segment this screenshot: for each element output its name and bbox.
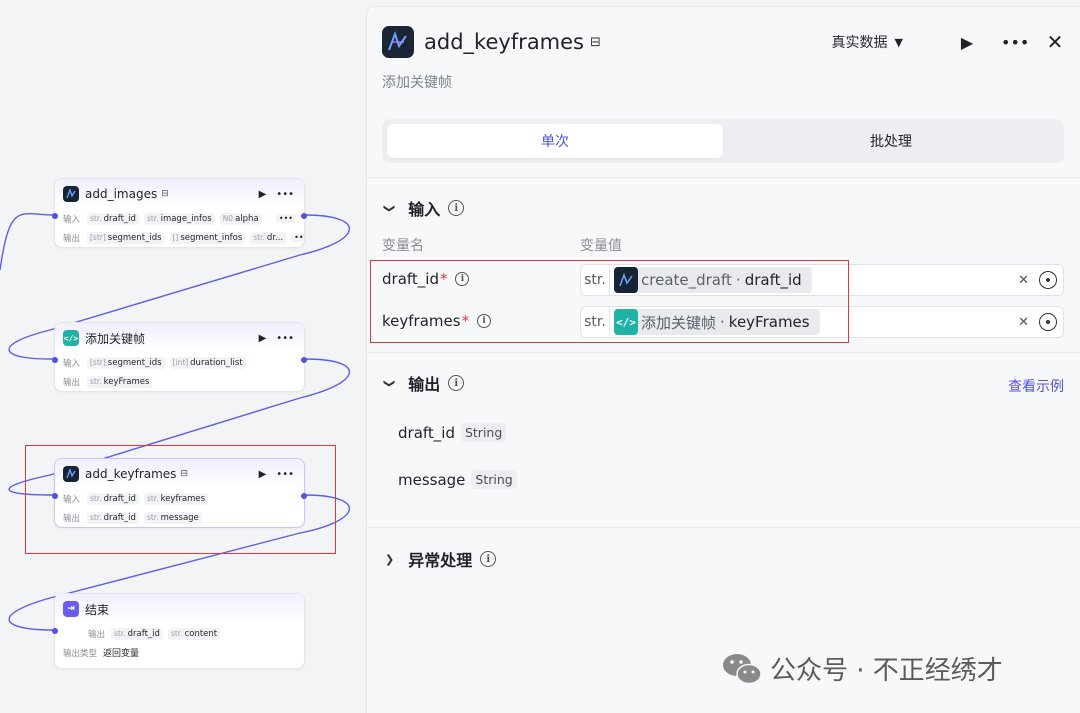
section-title: 异常处理 [408, 551, 473, 570]
column-label-value: 变量值 [580, 238, 622, 254]
node-input-row: 输入 str. draft_id str. image_infos N0 alpha … [55, 209, 304, 228]
chevron-down-icon: ❯ [383, 378, 397, 388]
app-logo-icon [382, 26, 414, 58]
edge-start-to-add-images [0, 213, 55, 271]
param-tag: [str] segment_ids [87, 356, 165, 369]
output-section-header[interactable]: ❯ 输出 i [383, 371, 465, 395]
input-port[interactable] [52, 357, 58, 363]
close-icon[interactable]: ✕ [1045, 30, 1065, 54]
divider [367, 527, 1080, 528]
row-label: 输出类型 [63, 648, 98, 659]
input-port[interactable] [52, 213, 58, 219]
output-type-value: 返回变量 [103, 649, 140, 659]
data-mode-label: 真实数据 [831, 35, 888, 51]
param-tag: [str] segment_ids [87, 231, 165, 244]
node-add-keyframes-code[interactable]: </> 添加关键帧 ▶ ••• 输入 [str] segment_ids [int… [52, 322, 307, 392]
type-badge: String [471, 470, 517, 489]
end-icon: ⇥ [63, 601, 79, 617]
node-header: ⇥ 结束 [55, 594, 304, 624]
section-title: 输出 [408, 375, 441, 394]
variable-picker-icon[interactable] [1039, 313, 1057, 331]
clear-icon[interactable]: ✕ [1018, 273, 1029, 288]
node-title: 添加关键帧 [85, 331, 146, 346]
node-output-row: 输出 str. keyFrames [55, 372, 304, 391]
info-icon[interactable]: i [448, 375, 465, 391]
caret-down-icon: ▼ [894, 35, 903, 49]
node-title: 结束 [85, 602, 110, 617]
output-var-name: draft_id [398, 423, 455, 442]
app-logo-icon [63, 186, 79, 202]
chevron-down-icon: ❯ [383, 203, 397, 213]
highlight-box-panel [370, 260, 849, 343]
workflow-canvas[interactable]: add_images ⊟ ▶ ••• 输入 str. draft_id str. i… [0, 0, 366, 713]
code-icon: </> [63, 330, 79, 346]
type-badge: String [460, 423, 507, 442]
node-input-row: 输入 [str] segment_ids [int] duration_list [55, 353, 304, 372]
chevron-right-icon: ❯ [385, 552, 395, 566]
more-options-icon[interactable]: ••• [276, 333, 294, 344]
input-port[interactable] [52, 628, 58, 634]
param-tag: str. content [167, 627, 221, 640]
output-var-row: message String [398, 470, 517, 489]
more-tags-icon: ••• [291, 233, 304, 242]
more-options-icon[interactable]: ••• [1001, 33, 1029, 52]
input-section-header[interactable]: ❯ 输入 i [383, 196, 465, 220]
node-header: </> 添加关键帧 ▶ ••• [55, 323, 304, 353]
node-add-images[interactable]: add_images ⊟ ▶ ••• 输入 str. draft_id str. i… [52, 178, 307, 248]
more-tags-icon: ••• [275, 214, 296, 223]
more-options-icon[interactable]: ••• [276, 189, 294, 200]
run-node-icon[interactable]: ▶ [259, 189, 267, 200]
divider [367, 352, 1080, 353]
section-title: 输入 [408, 200, 441, 219]
param-tag: str. image_infos [143, 212, 215, 225]
panel-description: 添加关键帧 [382, 75, 452, 91]
output-var-row: draft_id String [398, 423, 507, 442]
param-tag: [] segment_infos [169, 231, 246, 244]
node-output-row: 输出 str. draft_id str. content [55, 624, 304, 643]
param-tag: str. dr... [250, 231, 287, 244]
output-port[interactable] [301, 357, 307, 363]
param-tag: str. draft_id [87, 212, 139, 225]
data-mode-dropdown[interactable]: 真实数据 ▼ [832, 32, 903, 52]
node-header: add_images ⊟ ▶ ••• [55, 179, 304, 209]
node-output-row: 输出 [str] segment_ids [] segment_infos str.… [55, 228, 304, 247]
info-icon[interactable]: i [480, 551, 497, 567]
plugin-badge-icon: ⊟ [161, 189, 169, 199]
run-node-icon[interactable]: ▶ [259, 333, 267, 344]
highlight-box-canvas [25, 445, 336, 554]
wechat-icon [723, 653, 762, 684]
run-mode-tabs: 单次 批处理 [382, 119, 1064, 163]
param-tag: str. keyFrames [87, 375, 153, 388]
column-label-name: 变量名 [382, 238, 424, 254]
watermark: 公众号 · 不正经绣才 [722, 650, 1003, 687]
plugin-badge-icon: ⊟ [590, 34, 601, 50]
run-icon[interactable]: ▶ [957, 33, 977, 52]
row-label: 输出 [63, 377, 81, 388]
tab-single[interactable]: 单次 [387, 124, 723, 158]
row-label: 输出 [63, 233, 81, 244]
node-title: add_images [85, 187, 158, 201]
divider [367, 177, 1080, 178]
param-tag: str. draft_id [111, 627, 163, 640]
output-port[interactable] [301, 213, 307, 219]
error-section-header[interactable]: ❯ 异常处理 i [385, 547, 497, 571]
row-label: 输入 [63, 214, 81, 225]
clear-icon[interactable]: ✕ [1018, 315, 1029, 330]
tab-batch[interactable]: 批处理 [723, 124, 1059, 158]
panel-header: add_keyframes ⊟ 真实数据 ▼ ▶ ••• ✕ [382, 26, 1065, 58]
watermark-text: 公众号 · 不正经绣才 [770, 656, 1003, 686]
row-label: 输入 [63, 358, 81, 369]
info-icon[interactable]: i [448, 200, 465, 216]
node-end[interactable]: ⇥ 结束 输出 str. draft_id str. content 输出类型 返回… [52, 593, 305, 669]
node-config-panel: add_keyframes ⊟ 真实数据 ▼ ▶ ••• ✕ 添加关键帧 单次 … [366, 6, 1080, 713]
row-label: 输出 [87, 629, 105, 640]
param-tag: N0 alpha [219, 212, 262, 225]
panel-title: add_keyframes [424, 30, 585, 54]
param-tag: [int] duration_list [169, 356, 246, 369]
variable-picker-icon[interactable] [1039, 271, 1057, 289]
view-example-link[interactable]: 查看示例 [1008, 376, 1064, 396]
node-output-type-row: 输出类型 返回变量 [55, 643, 304, 662]
output-var-name: message [398, 470, 466, 489]
